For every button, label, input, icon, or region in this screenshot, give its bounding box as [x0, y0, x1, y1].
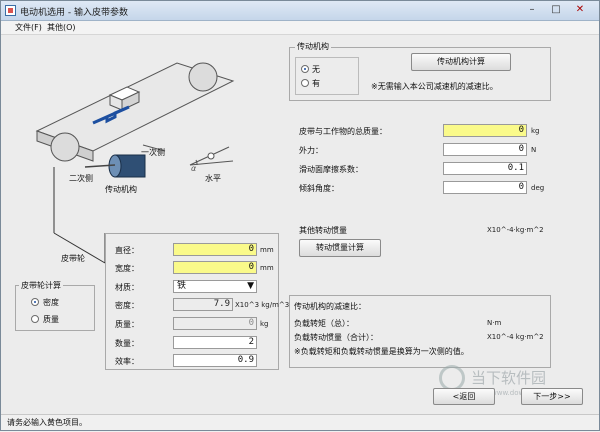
other-inertia-label: 其他转动惯量 [299, 226, 347, 235]
param-label-friction: 滑动面摩擦系数： [299, 165, 363, 174]
main-window: 电动机选用 - 输入皮带参数 – □ ✕ 文件(F) 其他(O) 一次侧 二次侧… [0, 0, 600, 431]
param-unit-force: N [531, 146, 537, 154]
load-inertia-unit: X10^-4 kg·m^2 [487, 333, 544, 341]
param-unit-angle: deg [531, 184, 545, 192]
watermark-text: 当下软件园 [471, 369, 547, 387]
radio-density[interactable] [31, 298, 39, 306]
width-input[interactable]: 0 [173, 261, 257, 274]
pulley-mass-input[interactable]: 0 [173, 317, 257, 330]
chevron-down-icon: ▼ [247, 281, 254, 291]
option-density-label: 密度 [43, 298, 59, 307]
density-unit: X10^3 kg/m^3 [235, 301, 290, 309]
param-label-force: 外力： [299, 146, 323, 155]
next-button[interactable]: 下一步>> [521, 388, 583, 405]
transmission-calc-button[interactable]: 传动机构计算 [411, 53, 511, 71]
width-unit: mm [260, 264, 274, 272]
pulley-mass-unit: kg [260, 320, 269, 328]
param-label-mass: 皮带与工作物的总质量： [299, 127, 387, 136]
radio-transmission-none[interactable] [301, 65, 309, 73]
torque-unit: N·m [487, 319, 502, 327]
quantity-input[interactable]: 2 [173, 336, 257, 349]
param-unit-mass: kg [531, 127, 540, 135]
material-select[interactable]: 铁 ▼ [173, 280, 257, 293]
density-input[interactable]: 7.9 [173, 298, 233, 311]
calc-mode-title: 皮带轮计算 [19, 280, 63, 291]
mass-label: 质量： [115, 320, 139, 329]
radio-transmission-yes[interactable] [301, 79, 309, 87]
back-button[interactable]: <返回 [433, 388, 495, 405]
ratio-label: 传动机构的减速比： [294, 302, 366, 311]
option-yes-label: 有 [312, 79, 320, 88]
torque-label: 负载转矩（总）： [294, 319, 354, 328]
param-label-angle: 倾斜角度： [299, 184, 339, 193]
load-inertia-label: 负载转动惯量（合计）： [294, 333, 378, 342]
total-mass-input[interactable]: 0 [443, 124, 527, 137]
width-label: 宽度： [115, 264, 139, 273]
transmission-title: 传动机构 [295, 41, 331, 52]
diameter-input[interactable]: 0 [173, 243, 257, 256]
status-text: 请务必输入黄色项目。 [7, 418, 87, 427]
friction-input[interactable]: 0.1 [443, 162, 527, 175]
results-note: ※负载转矩和负载转动惯量是换算为一次侧的值。 [294, 347, 469, 356]
material-label: 材质： [115, 283, 139, 292]
transmission-note: ※无需输入本公司减速机的减速比。 [371, 82, 498, 91]
transmission-options [295, 57, 359, 95]
status-bar: 请务必输入黄色项目。 [1, 414, 599, 430]
other-inertia-unit: X10^-4·kg·m^2 [487, 226, 544, 234]
incline-angle-input[interactable]: 0 [443, 181, 527, 194]
radio-mass[interactable] [31, 315, 39, 323]
option-mass-label: 质量 [43, 315, 59, 324]
density-label: 密度： [115, 301, 139, 310]
external-force-input[interactable]: 0 [443, 143, 527, 156]
diameter-label: 直径： [115, 246, 139, 255]
pulley-label: 皮带轮 [61, 254, 85, 263]
diameter-unit: mm [260, 246, 274, 254]
material-value: 铁 [177, 281, 187, 291]
inertia-calc-button[interactable]: 转动惯量计算 [299, 239, 381, 257]
quantity-label: 数量： [115, 339, 139, 348]
option-none-label: 无 [312, 65, 320, 74]
efficiency-input[interactable]: 0.9 [173, 354, 257, 367]
efficiency-label: 效率： [115, 357, 139, 366]
